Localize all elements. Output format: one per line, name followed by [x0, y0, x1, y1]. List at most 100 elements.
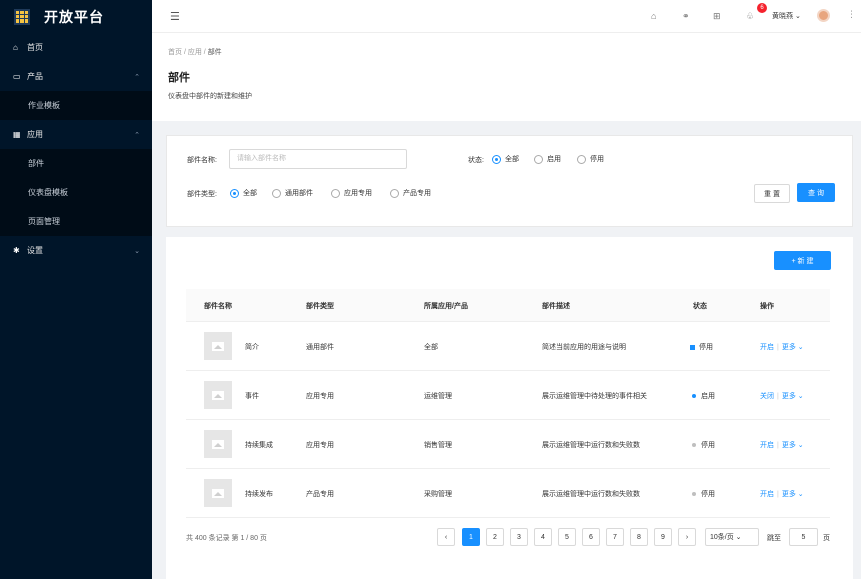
page-button-9[interactable]: 9	[654, 528, 672, 546]
widget-belongs: 运维管理	[424, 393, 452, 400]
widget-name: 持续集成	[245, 442, 273, 449]
toggle-link[interactable]: 开启	[760, 442, 774, 449]
image-placeholder-icon	[204, 479, 232, 507]
more-dropdown[interactable]: 更多 ⌄	[782, 491, 804, 498]
widget-belongs: 采购管理	[424, 491, 452, 498]
sidebar-item-product[interactable]: ▭ 产品 ⌃	[0, 62, 152, 91]
table-row: 持续集成 应用专用 销售管理 展示运维管理中运行数和失败数 停用 开启 | 更多 ⌄	[186, 420, 830, 469]
reset-button[interactable]: 重 置	[754, 184, 790, 203]
widget-name: 持续发布	[245, 491, 273, 498]
query-button[interactable]: 查 询	[797, 183, 835, 202]
add-widget-button[interactable]: + 新 建	[774, 251, 831, 270]
toggle-link[interactable]: 关闭	[760, 393, 774, 400]
page-button-3[interactable]: 3	[510, 528, 528, 546]
status-filter-label: 状态:	[468, 157, 484, 164]
name-search-input[interactable]: 请输入部件名称	[229, 149, 407, 169]
image-placeholder-icon	[204, 430, 232, 458]
toggle-link[interactable]: 开启	[760, 491, 774, 498]
widget-description: 展示运维管理中运行数和失败数	[542, 442, 640, 449]
status-badge: 停用	[690, 342, 713, 352]
image-placeholder-icon	[204, 381, 232, 409]
radio-circle	[331, 188, 340, 198]
avatar[interactable]	[817, 9, 830, 22]
widget-type: 通用部件	[306, 344, 334, 351]
radio-circle	[534, 154, 543, 164]
jump-page-input[interactable]: 5	[789, 528, 818, 546]
radio-circle	[390, 188, 399, 198]
apps-grid-icon[interactable]: ⊞	[713, 11, 721, 22]
pagination-total: 共 400 条记录 第 1 / 80 页	[186, 535, 267, 542]
row-actions: 开启 | 更多 ⌄	[760, 344, 804, 351]
breadcrumb-item-app[interactable]: 应用	[188, 49, 202, 56]
type-radio-app-specific[interactable]: 应用专用	[331, 188, 372, 198]
row-actions: 开启 | 更多 ⌄	[760, 491, 804, 498]
prev-page-button[interactable]: ‹	[437, 528, 455, 546]
type-radio-common[interactable]: 通用部件	[272, 188, 313, 198]
more-dropdown[interactable]: 更多 ⌄	[782, 344, 804, 351]
user-name[interactable]: 黄晓燕 ⌄	[772, 11, 801, 21]
widget-belongs: 销售管理	[424, 442, 452, 449]
page-description: 仪表盘中部件的新建和维护	[168, 93, 252, 100]
toggle-link[interactable]: 开启	[760, 344, 774, 351]
widget-type: 应用专用	[306, 393, 334, 400]
row-actions: 关闭 | 更多 ⌄	[760, 393, 804, 400]
breadcrumb: 首页 / 应用 / 部件	[168, 49, 222, 56]
sidebar-item-label: 产品	[27, 72, 43, 81]
page-button-8[interactable]: 8	[630, 528, 648, 546]
page-button-1[interactable]: 1	[462, 528, 480, 546]
sidebar-item-page-management[interactable]: 页面管理	[0, 207, 152, 236]
status-radio-all[interactable]: 全部	[492, 154, 519, 164]
page-button-7[interactable]: 7	[606, 528, 624, 546]
more-dropdown[interactable]: 更多 ⌄	[782, 393, 804, 400]
home-outline-icon[interactable]: ⌂	[651, 11, 656, 21]
sidebar-item-widget[interactable]: 部件	[0, 149, 152, 178]
status-badge: 停用	[692, 440, 715, 450]
widget-type: 产品专用	[306, 491, 334, 498]
sidebar-item-dashboard-template[interactable]: 仪表盘模板	[0, 178, 152, 207]
next-page-button[interactable]: ›	[678, 528, 696, 546]
column-header: 状态	[693, 303, 707, 310]
radio-circle	[272, 188, 281, 198]
more-vertical-icon[interactable]: ⋮	[847, 9, 856, 20]
type-filter-label: 部件类型:	[187, 191, 217, 198]
radio-circle	[230, 188, 239, 198]
jump-label: 跳至	[767, 535, 781, 542]
widget-description: 展示运维管理中运行数和失败数	[542, 491, 640, 498]
breadcrumb-item-current: 部件	[207, 49, 222, 56]
type-radio-product-specific[interactable]: 产品专用	[390, 188, 431, 198]
column-header: 所属应用/产品	[424, 303, 468, 310]
filter-panel: 部件名称: 请输入部件名称 状态: 全部 启用 停用 部件类型: 全部 通用部件…	[166, 135, 853, 227]
page-size-select[interactable]: 10条/页 ⌄	[705, 528, 759, 546]
sidebar-item-home[interactable]: ⌂ 首页	[0, 33, 152, 62]
menu-toggle-icon[interactable]: ☰	[170, 10, 180, 23]
name-filter-label: 部件名称:	[187, 157, 217, 164]
type-radio-all[interactable]: 全部	[230, 188, 257, 198]
sidebar-item-job-template[interactable]: 作业模板	[0, 91, 152, 120]
monitor-icon: ▭	[13, 72, 21, 81]
notification-badge: 6	[757, 3, 767, 13]
status-radio-disabled[interactable]: 停用	[577, 154, 604, 164]
status-radio-enabled[interactable]: 启用	[534, 154, 561, 164]
bell-icon[interactable]: ♧	[746, 11, 754, 22]
sidebar-item-application[interactable]: ▦ 应用 ⌃	[0, 120, 152, 149]
widget-belongs: 全部	[424, 344, 438, 351]
logo[interactable]: 开放平台	[0, 0, 152, 33]
page-button-5[interactable]: 5	[558, 528, 576, 546]
page-button-2[interactable]: 2	[486, 528, 504, 546]
headset-icon[interactable]: ⚭	[682, 11, 690, 22]
sidebar-item-label: 设置	[27, 246, 43, 255]
status-dot-icon	[692, 492, 696, 497]
table-panel: + 新 建 部件名称 部件类型 所属应用/产品 部件描述 状态 操作 简介 通用…	[166, 237, 853, 579]
radio-circle	[577, 154, 586, 164]
page-button-4[interactable]: 4	[534, 528, 552, 546]
widget-description: 展示运维管理中待处理的事件相关	[542, 393, 647, 400]
sidebar-item-settings[interactable]: ✱ 设置 ⌄	[0, 236, 152, 265]
widget-description: 简述当前应用的用途与说明	[542, 344, 626, 351]
breadcrumb-item-home[interactable]: 首页	[168, 49, 182, 56]
chevron-up-icon: ⌃	[134, 131, 140, 139]
page-header: 首页 / 应用 / 部件 部件 仪表盘中部件的新建和维护	[152, 33, 861, 121]
gear-icon: ✱	[13, 246, 20, 255]
widget-name: 事件	[245, 393, 259, 400]
more-dropdown[interactable]: 更多 ⌄	[782, 442, 804, 449]
page-button-6[interactable]: 6	[582, 528, 600, 546]
